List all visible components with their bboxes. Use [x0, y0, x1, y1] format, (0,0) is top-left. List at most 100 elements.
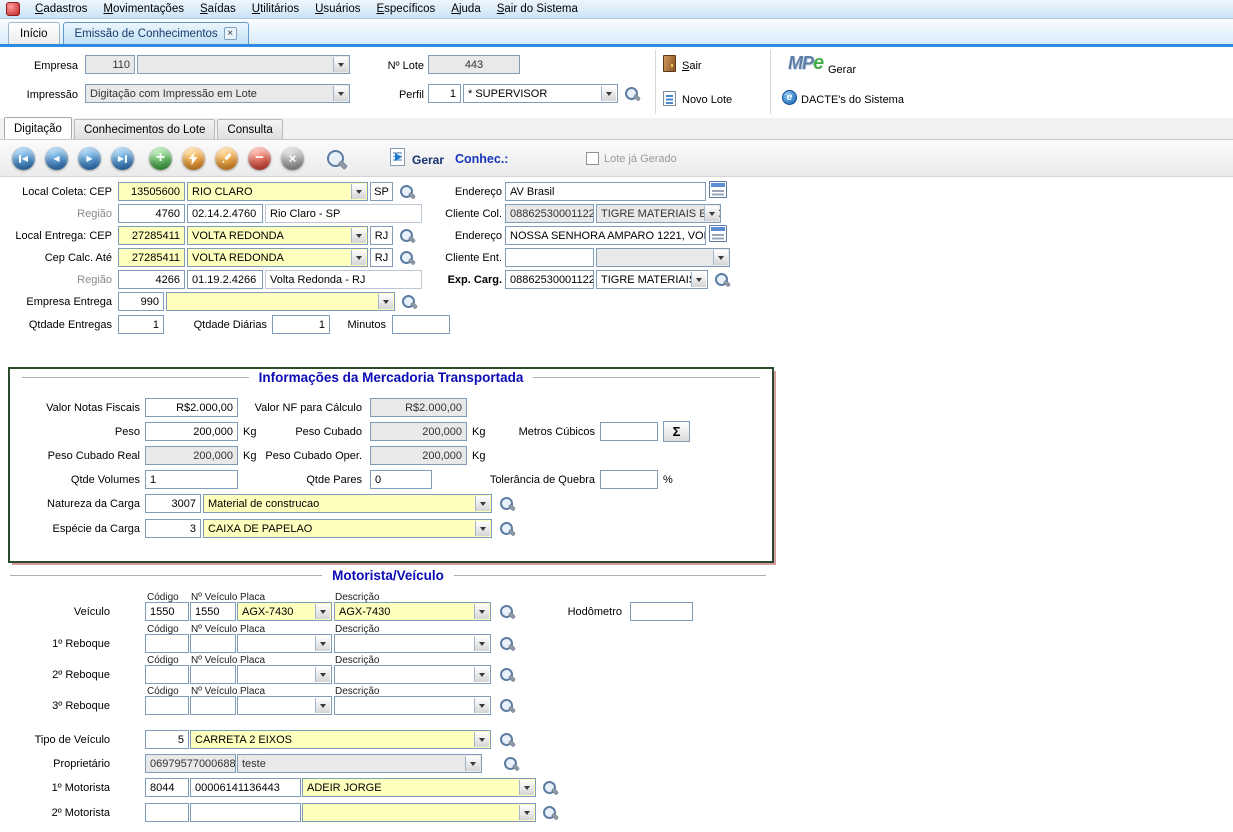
veiculo-placa-select[interactable]: AGX-7430 — [237, 602, 332, 621]
previous-record-button[interactable]: ◀ — [45, 147, 68, 170]
entrega-cidade-select[interactable]: VOLTA REDONDA — [187, 226, 368, 245]
cliente-ent-field[interactable] — [505, 248, 594, 267]
perfil-select[interactable]: * SUPERVISOR — [463, 84, 618, 103]
qtde-pares-field[interactable]: 0 — [370, 470, 432, 489]
reboque2-numero-field[interactable] — [190, 665, 236, 684]
new-lot-icon[interactable] — [663, 91, 676, 106]
regiao-coleta-codigo-field[interactable]: 4760 — [118, 204, 185, 223]
perfil-number-field[interactable]: 1 — [428, 84, 461, 103]
entrega-endereco-field[interactable]: NOSSA SENHORA AMPARO 1221, VOLDAC — [505, 226, 706, 245]
exp-carg-search-icon[interactable] — [714, 272, 730, 288]
close-tab-icon[interactable]: × — [224, 27, 237, 40]
motorista2-codigo-field[interactable] — [145, 803, 189, 822]
reboque2-descricao-select[interactable] — [334, 665, 491, 684]
last-record-button[interactable]: ▶ — [111, 147, 134, 170]
reboque3-search-icon[interactable] — [499, 698, 515, 714]
veiculo-numero-field[interactable]: 1550 — [190, 602, 236, 621]
motorista1-codigo-field[interactable]: 8044 — [145, 778, 189, 797]
peso-field[interactable]: 200,000 — [145, 422, 238, 441]
reboque2-search-icon[interactable] — [499, 667, 515, 683]
add-record-button[interactable]: + — [149, 147, 172, 170]
peso-cubado-field[interactable]: 200,000 — [370, 422, 467, 441]
sum-button[interactable]: Σ — [663, 421, 690, 442]
reboque1-descricao-select[interactable] — [334, 634, 491, 653]
tab-inicio[interactable]: Início — [8, 22, 60, 44]
address-card-icon[interactable] — [709, 225, 727, 242]
tipo-veiculo-select[interactable]: CARRETA 2 EIXOS — [190, 730, 491, 749]
entrega-cep-field[interactable]: 27285411 — [118, 226, 185, 245]
valor-notas-fiscais-field[interactable]: R$2.000,00 — [145, 398, 238, 417]
cep-calc-cidade-select[interactable]: VOLTA REDONDA — [187, 248, 368, 267]
quick-action-button[interactable] — [182, 147, 205, 170]
reboque2-codigo-field[interactable] — [145, 665, 189, 684]
motorista2-documento-field[interactable] — [190, 803, 301, 822]
coleta-search-icon[interactable] — [399, 184, 415, 200]
empresa-entrega-select[interactable] — [166, 292, 395, 311]
menu-item-usuarios[interactable]: Usuários — [307, 0, 368, 19]
proprietario-search-icon[interactable] — [503, 756, 519, 772]
proprietario-select[interactable]: teste — [237, 754, 482, 773]
address-card-icon[interactable] — [709, 181, 727, 198]
sair-button[interactable]: Sair — [682, 56, 722, 75]
subtab-digitacao[interactable]: Digitação — [4, 117, 72, 139]
reboque1-codigo-field[interactable] — [145, 634, 189, 653]
regiao-entrega-numero-field[interactable]: 01.19.2.4266 — [187, 270, 263, 289]
coleta-uf-field[interactable]: SP — [370, 182, 393, 201]
proprietario-documento-field[interactable]: 06979577000688 — [145, 754, 236, 773]
cep-calc-search-icon[interactable] — [399, 250, 415, 266]
cliente-ent-select[interactable] — [596, 248, 730, 267]
coleta-endereco-field[interactable]: AV Brasil — [505, 182, 706, 201]
menu-item-especificos[interactable]: Específicos — [368, 0, 443, 19]
search-icon[interactable] — [326, 149, 347, 170]
especie-carga-codigo-field[interactable]: 3 — [145, 519, 201, 538]
tolerancia-quebra-field[interactable] — [600, 470, 658, 489]
natureza-carga-select[interactable]: Material de construcao — [203, 494, 492, 513]
menu-item-sair-do-sistema[interactable]: Sair do Sistema — [489, 0, 586, 19]
entrega-search-icon[interactable] — [399, 228, 415, 244]
empresa-entrega-search-icon[interactable] — [401, 294, 417, 310]
qtde-volumes-field[interactable]: 1 — [145, 470, 238, 489]
exp-carg-select[interactable]: TIGRE MATERIAIS — [596, 270, 708, 289]
menu-item-utilitarios[interactable]: Utilitários — [244, 0, 307, 19]
empresa-field[interactable]: 110 — [85, 55, 135, 74]
motorista1-documento-field[interactable]: 00006141136443 — [190, 778, 301, 797]
reboque3-placa-select[interactable] — [237, 696, 332, 715]
edit-record-button[interactable] — [215, 147, 238, 170]
perfil-search-icon[interactable] — [624, 86, 640, 102]
reboque2-placa-select[interactable] — [237, 665, 332, 684]
motorista2-search-icon[interactable] — [542, 805, 558, 821]
gerar-button[interactable]: Gerar — [412, 153, 444, 167]
lote-field[interactable]: 443 — [428, 55, 520, 74]
first-record-button[interactable]: ◀ — [12, 147, 35, 170]
subtab-consulta[interactable]: Consulta — [217, 119, 282, 139]
regiao-coleta-numero-field[interactable]: 02.14.2.4760 — [187, 204, 263, 223]
veiculo-codigo-field[interactable]: 1550 — [145, 602, 189, 621]
motorista1-select[interactable]: ADEIR JORGE — [302, 778, 536, 797]
cancel-button[interactable]: × — [281, 147, 304, 170]
metros-cubicos-field[interactable] — [600, 422, 658, 441]
empresa-select[interactable] — [137, 55, 350, 74]
natureza-carga-codigo-field[interactable]: 3007 — [145, 494, 201, 513]
motorista2-select[interactable] — [302, 803, 536, 822]
novo-lote-button[interactable]: Novo Lote — [682, 90, 752, 109]
cep-calc-uf-field[interactable]: RJ — [370, 248, 393, 267]
peso-cubado-oper-field[interactable]: 200,000 — [370, 446, 467, 465]
veiculo-descricao-select[interactable]: AGX-7430 — [334, 602, 491, 621]
menu-item-ajuda[interactable]: Ajuda — [443, 0, 488, 19]
gerar-icon[interactable] — [390, 148, 405, 166]
motorista1-search-icon[interactable] — [542, 780, 558, 796]
reboque3-descricao-select[interactable] — [334, 696, 491, 715]
tipo-veiculo-codigo-field[interactable]: 5 — [145, 730, 189, 749]
tipo-veiculo-search-icon[interactable] — [499, 732, 515, 748]
tab-emissao-de-conhecimentos[interactable]: Emissão de Conhecimentos × — [63, 22, 249, 44]
entrega-uf-field[interactable]: RJ — [370, 226, 393, 245]
peso-cubado-real-field[interactable]: 200,000 — [145, 446, 238, 465]
reboque3-numero-field[interactable] — [190, 696, 236, 715]
exp-carg-cnpj-field[interactable]: 08862530001122 — [505, 270, 594, 289]
valor-nf-calculo-field[interactable]: R$2.000,00 — [370, 398, 467, 417]
veiculo-search-icon[interactable] — [499, 604, 515, 620]
empresa-entrega-codigo-field[interactable]: 990 — [118, 292, 164, 311]
cliente-col-select[interactable]: TIGRE MATERIAIS E SO — [596, 204, 721, 223]
exit-door-icon[interactable] — [663, 55, 676, 72]
menu-item-movimentacoes[interactable]: Movimentações — [95, 0, 192, 19]
